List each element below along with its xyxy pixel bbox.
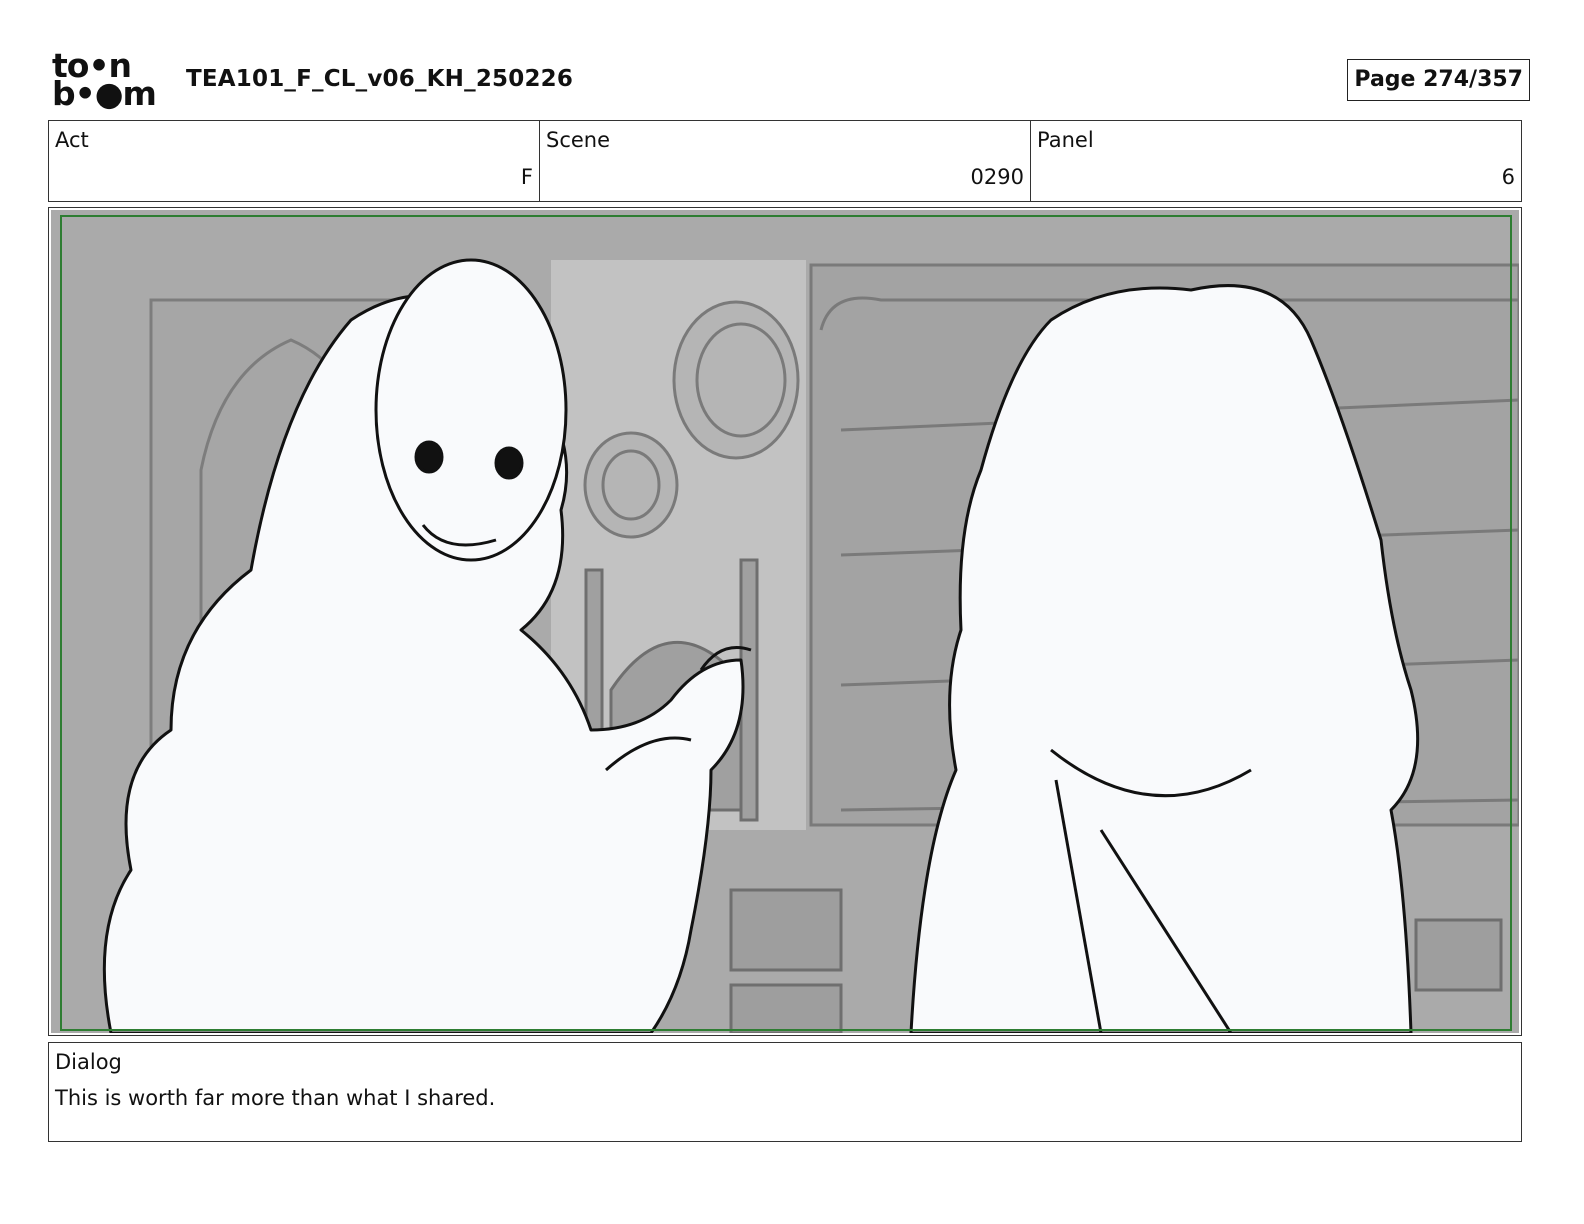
page-header: to•n b•●m TEA101_F_CL_v06_KH_250226 Page… (52, 49, 1530, 113)
panel-value: 6 (1501, 165, 1515, 189)
dialog-text: This is worth far more than what I share… (55, 1086, 496, 1110)
storyboard-panel (48, 207, 1522, 1036)
act-label: Act (55, 128, 89, 152)
act-value: F (520, 165, 533, 189)
act-cell: Act F (49, 121, 540, 201)
storyboard-meta-row: Act F Scene 0290 Panel 6 (48, 120, 1522, 202)
page-number: Page 274/357 (1347, 59, 1530, 101)
scene-value: 0290 (970, 165, 1024, 189)
wall-plate (672, 300, 800, 460)
wall-plate-small (583, 431, 679, 539)
scene-cell: Scene 0290 (540, 121, 1031, 201)
dialog-label: Dialog (55, 1050, 122, 1074)
toonboom-logo: to•n b•●m (52, 49, 164, 113)
dialog-box: Dialog This is worth far more than what … (48, 1042, 1522, 1142)
scene-label: Scene (546, 128, 611, 152)
panel-label: Panel (1037, 128, 1094, 152)
panel-drawing (51, 210, 1519, 1033)
logo-line-2: b•●m (52, 74, 157, 113)
panel-cell: Panel 6 (1031, 121, 1521, 201)
document-title: TEA101_F_CL_v06_KH_250226 (186, 66, 574, 92)
